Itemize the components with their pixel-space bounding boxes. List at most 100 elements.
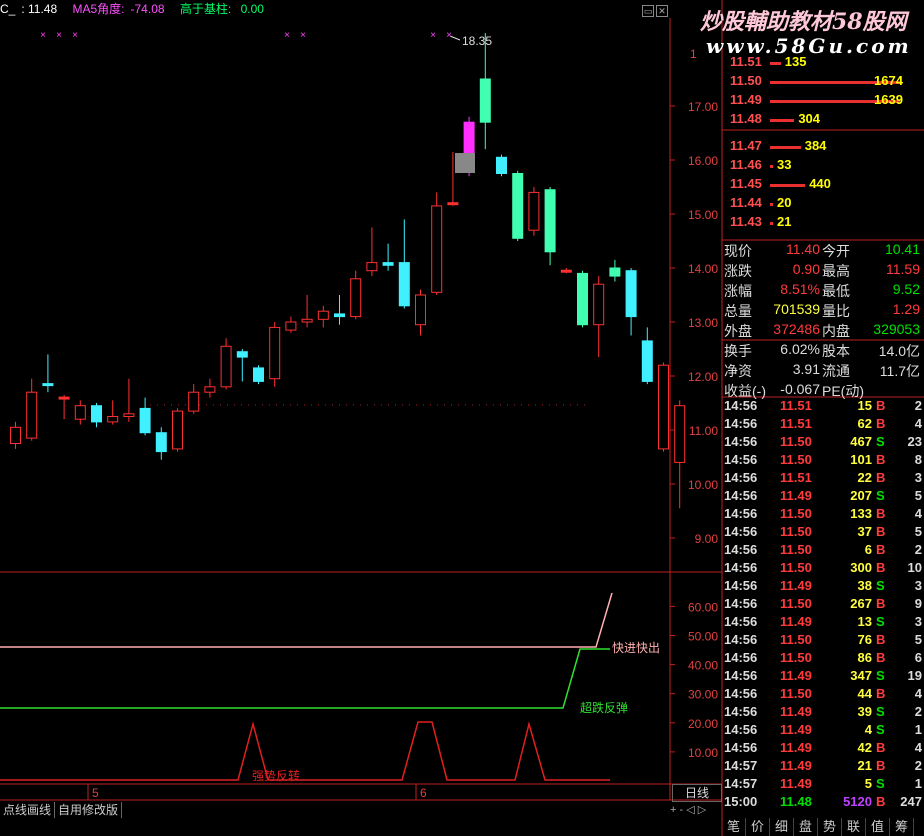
trade-side: S [876, 434, 885, 449]
right-tab[interactable]: 联 [842, 818, 866, 836]
zoom-controls[interactable]: + - ◁ ▷ [670, 803, 722, 817]
trade-time: 14:56 [724, 704, 758, 719]
quote-value: 329053 [873, 321, 920, 337]
depth-price: 11.48 [730, 111, 762, 126]
trade-time: 14:56 [724, 434, 758, 449]
right-tab[interactable]: 势 [818, 818, 842, 836]
right-tab[interactable]: 价 [746, 818, 770, 836]
trade-count: 4 [914, 416, 922, 431]
tab-draw-lines[interactable]: 点线画线 [0, 802, 56, 818]
candle [528, 187, 540, 236]
quote-label: 最高 [822, 263, 850, 279]
quote-label: 换手 [724, 343, 752, 359]
trade-count: 8 [914, 452, 922, 467]
trade-price: 11.51 [780, 470, 812, 485]
period-button[interactable]: 日线 [672, 784, 722, 802]
trade-count: 3 [914, 578, 922, 593]
quote-row: 外盘 372486 内盘 329053 [722, 321, 924, 341]
trade-volume: 207 [850, 488, 872, 503]
quote-value: 6.02% [780, 341, 820, 357]
close-icon[interactable]: ✕ [656, 5, 668, 17]
right-tab[interactable]: 细 [770, 818, 794, 836]
candle [625, 268, 637, 336]
quote-row: 换手 6.02% 股本 14.0亿 [722, 341, 924, 361]
candle-body [155, 432, 167, 453]
trade-time: 14:56 [724, 560, 758, 575]
trade-volume: 300 [850, 560, 872, 575]
trade-count: 4 [914, 506, 922, 521]
right-tab[interactable]: 筹 [890, 818, 914, 836]
quote-value: 9.52 [892, 281, 920, 297]
trade-side: B [876, 542, 886, 557]
candle-body [172, 410, 183, 450]
trade-volume: 44 [857, 686, 872, 701]
candle-body [674, 405, 686, 463]
depth-row: 11.45 440 [726, 176, 924, 195]
trade-time: 14:56 [724, 524, 758, 539]
trade-time: 14:56 [724, 398, 758, 413]
trade-count: 5 [914, 488, 922, 503]
trade-price: 11.50 [780, 542, 812, 557]
base-height: 高于基柱: 0.00 [179, 2, 264, 16]
trade-row: 14:57 11.49 21 B 2 [722, 758, 924, 776]
tab-custom[interactable]: 自用修改版 [55, 802, 123, 818]
trade-row: 14:56 11.49 38 S 3 [722, 578, 924, 596]
trade-price: 11.50 [780, 632, 812, 647]
trade-volume: 21 [857, 758, 872, 773]
candle [123, 378, 135, 422]
trade-side: S [876, 668, 885, 683]
trade-price: 11.49 [780, 704, 812, 719]
candle-body [334, 313, 345, 318]
minimize-icon[interactable]: ▭ [642, 5, 654, 17]
candle-body [609, 267, 621, 277]
candle [593, 276, 605, 358]
trade-side: B [876, 686, 886, 701]
trade-price: 11.50 [780, 596, 812, 611]
candle-body [188, 391, 200, 412]
candle [674, 400, 686, 509]
right-tab[interactable]: 笔 [722, 818, 746, 836]
candle-body [253, 367, 264, 382]
trade-count: 2 [914, 704, 922, 719]
trade-side: B [876, 758, 886, 773]
x-tick-label: 6 [420, 786, 427, 800]
right-tab[interactable]: 值 [866, 818, 890, 836]
trade-price: 11.50 [780, 434, 812, 449]
trade-price: 11.49 [780, 668, 812, 683]
trade-time: 14:56 [724, 740, 758, 755]
trade-time: 14:56 [724, 506, 758, 521]
depth-row: 11.43 21 [726, 214, 924, 233]
trade-row: 14:56 11.50 300 B 10 [722, 560, 924, 578]
candle [398, 219, 410, 309]
trade-volume: 62 [857, 416, 872, 431]
candle [188, 384, 200, 414]
candle-body [641, 340, 653, 382]
trade-side: S [876, 578, 885, 593]
quote-label: 净资 [724, 363, 752, 379]
trade-side: B [876, 416, 886, 431]
ind-tick-label: 30.00 [688, 688, 718, 702]
trade-time: 14:56 [724, 596, 758, 611]
candle [204, 378, 216, 398]
trade-price: 11.50 [780, 686, 812, 701]
trade-row: 14:56 11.51 15 B 2 [722, 398, 924, 416]
trade-row: 14:56 11.50 86 B 6 [722, 650, 924, 668]
candle [220, 338, 232, 390]
depth-row: 11.48 304 [726, 111, 924, 130]
trade-volume: 4 [864, 722, 872, 737]
trade-row: 14:56 11.50 467 S 23 [722, 434, 924, 452]
quote-row: 涨跌 0.90 最高 11.59 [722, 261, 924, 281]
window-controls: ▭ ✕ [640, 2, 670, 17]
candle [658, 362, 669, 452]
trade-row: 14:56 11.50 44 B 4 [722, 686, 924, 704]
depth-volume: 135 [784, 54, 807, 69]
right-tab[interactable]: 盘 [794, 818, 818, 836]
candle [74, 400, 86, 425]
trade-row: 14:56 11.50 76 B 5 [722, 632, 924, 650]
candle-body [10, 426, 21, 444]
candle-body [107, 416, 119, 423]
quote-label: 总量 [724, 303, 752, 319]
y-tick-label: 12.00 [688, 370, 718, 384]
quote-row: 总量 701539 量比 1.29 [722, 301, 924, 321]
trade-volume: 42 [857, 740, 872, 755]
